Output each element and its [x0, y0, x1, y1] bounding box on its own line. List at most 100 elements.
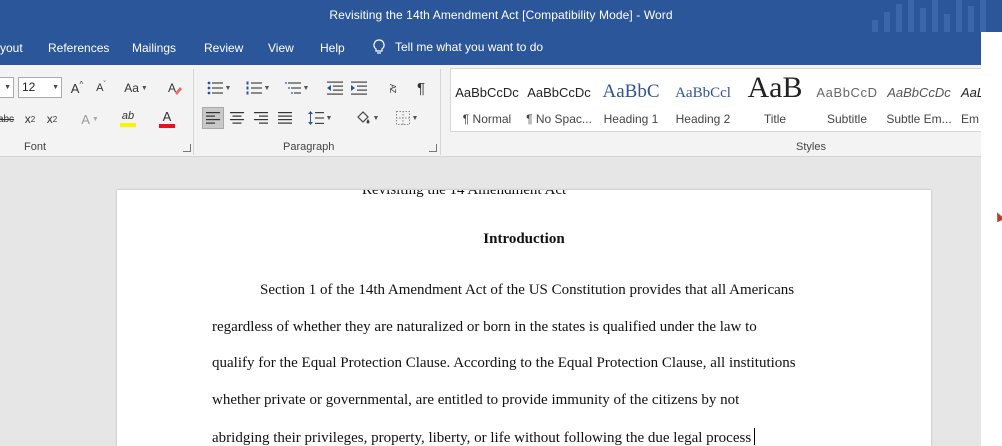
subscript-mark: 2 [30, 114, 36, 124]
multilevel-list-button[interactable]: ▼ [281, 77, 313, 99]
svg-text:A: A [168, 81, 176, 95]
separator [440, 69, 441, 155]
clear-formatting-button[interactable]: A [164, 77, 186, 99]
justify-button[interactable] [274, 107, 296, 129]
style-name: Subtitle [826, 112, 868, 126]
eraser-icon: A [168, 81, 182, 95]
decrease-indent-icon [327, 81, 343, 95]
paint-bucket-icon [356, 110, 370, 123]
font-size-combo[interactable]: 12 ▼ [18, 77, 62, 98]
highlight-color-bar [120, 123, 136, 127]
pilcrow-icon: ¶ [416, 79, 426, 97]
paragraph-dialog-launcher[interactable] [429, 144, 437, 152]
increase-indent-icon [351, 81, 367, 95]
window-title: Revisiting the 14th Amendment Act [Compa… [329, 8, 673, 22]
strikethrough-button[interactable]: abc [0, 108, 16, 130]
tab-references[interactable]: References [48, 41, 109, 55]
style-subtle-emphasis[interactable]: AaBbCcDc Subtle Em... [883, 69, 955, 131]
document-line-last: abridging their privileges, property, li… [212, 428, 756, 446]
shading-button[interactable]: ▼ [350, 107, 384, 129]
lightbulb-icon [373, 39, 385, 54]
tell-me-box[interactable]: Tell me what you want to do [372, 39, 543, 55]
numbered-list-icon [246, 81, 262, 95]
text-effects-icon: A [81, 111, 90, 127]
show-marks-button[interactable]: ¶ [410, 77, 432, 99]
change-case-button[interactable]: Aa ▼ [119, 77, 153, 99]
style-name: Em [961, 112, 979, 126]
font-dialog-launcher[interactable] [183, 144, 191, 152]
font-name-combo[interactable]: ▼ [0, 77, 14, 98]
style-heading-2[interactable]: AaBbCcl Heading 2 [667, 69, 739, 131]
shrink-font-button[interactable]: Aˇ [92, 77, 110, 99]
text-effects-button[interactable]: A ▼ [74, 108, 106, 130]
multilevel-list-icon [284, 82, 301, 94]
font-color-button[interactable]: A [150, 108, 184, 130]
title-bar: Revisiting the 14th Amendment Act [Compa… [0, 0, 1002, 32]
style-heading-1[interactable]: AaBbC Heading 1 [595, 69, 667, 131]
change-case-icon: Aa [124, 81, 139, 95]
paragraph-group-label: Paragraph [283, 141, 335, 153]
highlight-button[interactable]: ab [110, 108, 146, 130]
align-left-icon [206, 112, 220, 124]
font-color-bar [159, 124, 175, 128]
tab-view[interactable]: View [268, 41, 294, 55]
bullets-button[interactable]: ▼ [203, 77, 235, 99]
sort-icon: AZ [388, 83, 397, 93]
style-preview: AaBbCcD [816, 85, 878, 100]
ribbon: ▼ 12 ▼ A ^ Aˇ Aa ▼ A abc x2 x2 A ▼ ab A Fon… [0, 65, 981, 157]
style-subtitle[interactable]: AaBbCcD Subtitle [811, 69, 883, 131]
tab-help[interactable]: Help [320, 41, 345, 55]
borders-icon [395, 111, 410, 125]
document-page[interactable]: Revisiting the 14 Amendment Act Introduc… [117, 190, 931, 446]
document-heading: Introduction [483, 231, 565, 247]
style-preview: AaBbCcDc [887, 85, 951, 100]
style-name: Title [763, 112, 787, 126]
style-normal[interactable]: AaBbCcDc ¶ Normal [451, 69, 523, 131]
align-left-button[interactable] [202, 107, 224, 129]
superscript-mark: 2 [52, 114, 58, 124]
subscript-button[interactable]: x2 [20, 108, 40, 130]
document-line: Section 1 of the 14th Amendment Act of t… [260, 282, 795, 298]
superscript-button[interactable]: x2 [42, 108, 62, 130]
font-size-value: 12 [22, 80, 36, 94]
tab-layout[interactable]: yout [0, 41, 23, 55]
justify-icon [278, 112, 292, 124]
style-name: Subtle Em... [886, 112, 952, 126]
right-edge-strip [981, 32, 1002, 446]
document-line: whether private or governmental, are ent… [212, 392, 740, 408]
increase-indent-button[interactable] [349, 77, 369, 99]
style-name: ¶ No Spac... [526, 112, 592, 126]
chevron-down-icon: ▼ [52, 84, 59, 91]
grow-font-icon: A [70, 80, 80, 96]
style-name: ¶ Normal [462, 112, 512, 126]
style-name: Heading 2 [675, 112, 731, 126]
text-cursor [754, 428, 756, 445]
bullet-list-icon [207, 81, 223, 95]
borders-button[interactable]: ▼ [390, 107, 424, 129]
align-right-button[interactable] [250, 107, 272, 129]
highlighter-icon: ab [121, 110, 135, 122]
style-no-spacing[interactable]: AaBbCcDc ¶ No Spac... [523, 69, 595, 131]
page-header-text: Revisiting the 14 Amendment Act [362, 190, 567, 198]
line-spacing-button[interactable]: ▼ [304, 107, 336, 129]
font-color-icon: A [162, 109, 172, 124]
sort-button[interactable]: AZ [381, 77, 403, 99]
style-title[interactable]: AaB Title [739, 69, 811, 131]
font-group-label: Font [24, 141, 47, 153]
ribbon-tabs: yout References Mailings Review View Hel… [0, 32, 981, 65]
style-preview: AaBbC [602, 81, 660, 102]
style-preview: AaBbCcDc [455, 85, 519, 100]
grow-font-button[interactable]: A ^ [68, 77, 86, 99]
tab-mailings[interactable]: Mailings [132, 41, 176, 55]
document-line: qualify for the Equal Protection Clause.… [212, 355, 796, 371]
align-center-icon [230, 112, 244, 124]
shrink-font-icon: A [96, 82, 104, 94]
style-emphasis[interactable]: AaL Em [955, 69, 981, 131]
tab-review[interactable]: Review [204, 41, 243, 55]
numbering-button[interactable]: ▼ [242, 77, 274, 99]
align-center-button[interactable] [226, 107, 248, 129]
separator [193, 69, 194, 155]
decrease-indent-button[interactable] [325, 77, 345, 99]
document-line: regardless of whether they are naturaliz… [212, 319, 757, 335]
red-arrow-icon [993, 210, 1002, 223]
